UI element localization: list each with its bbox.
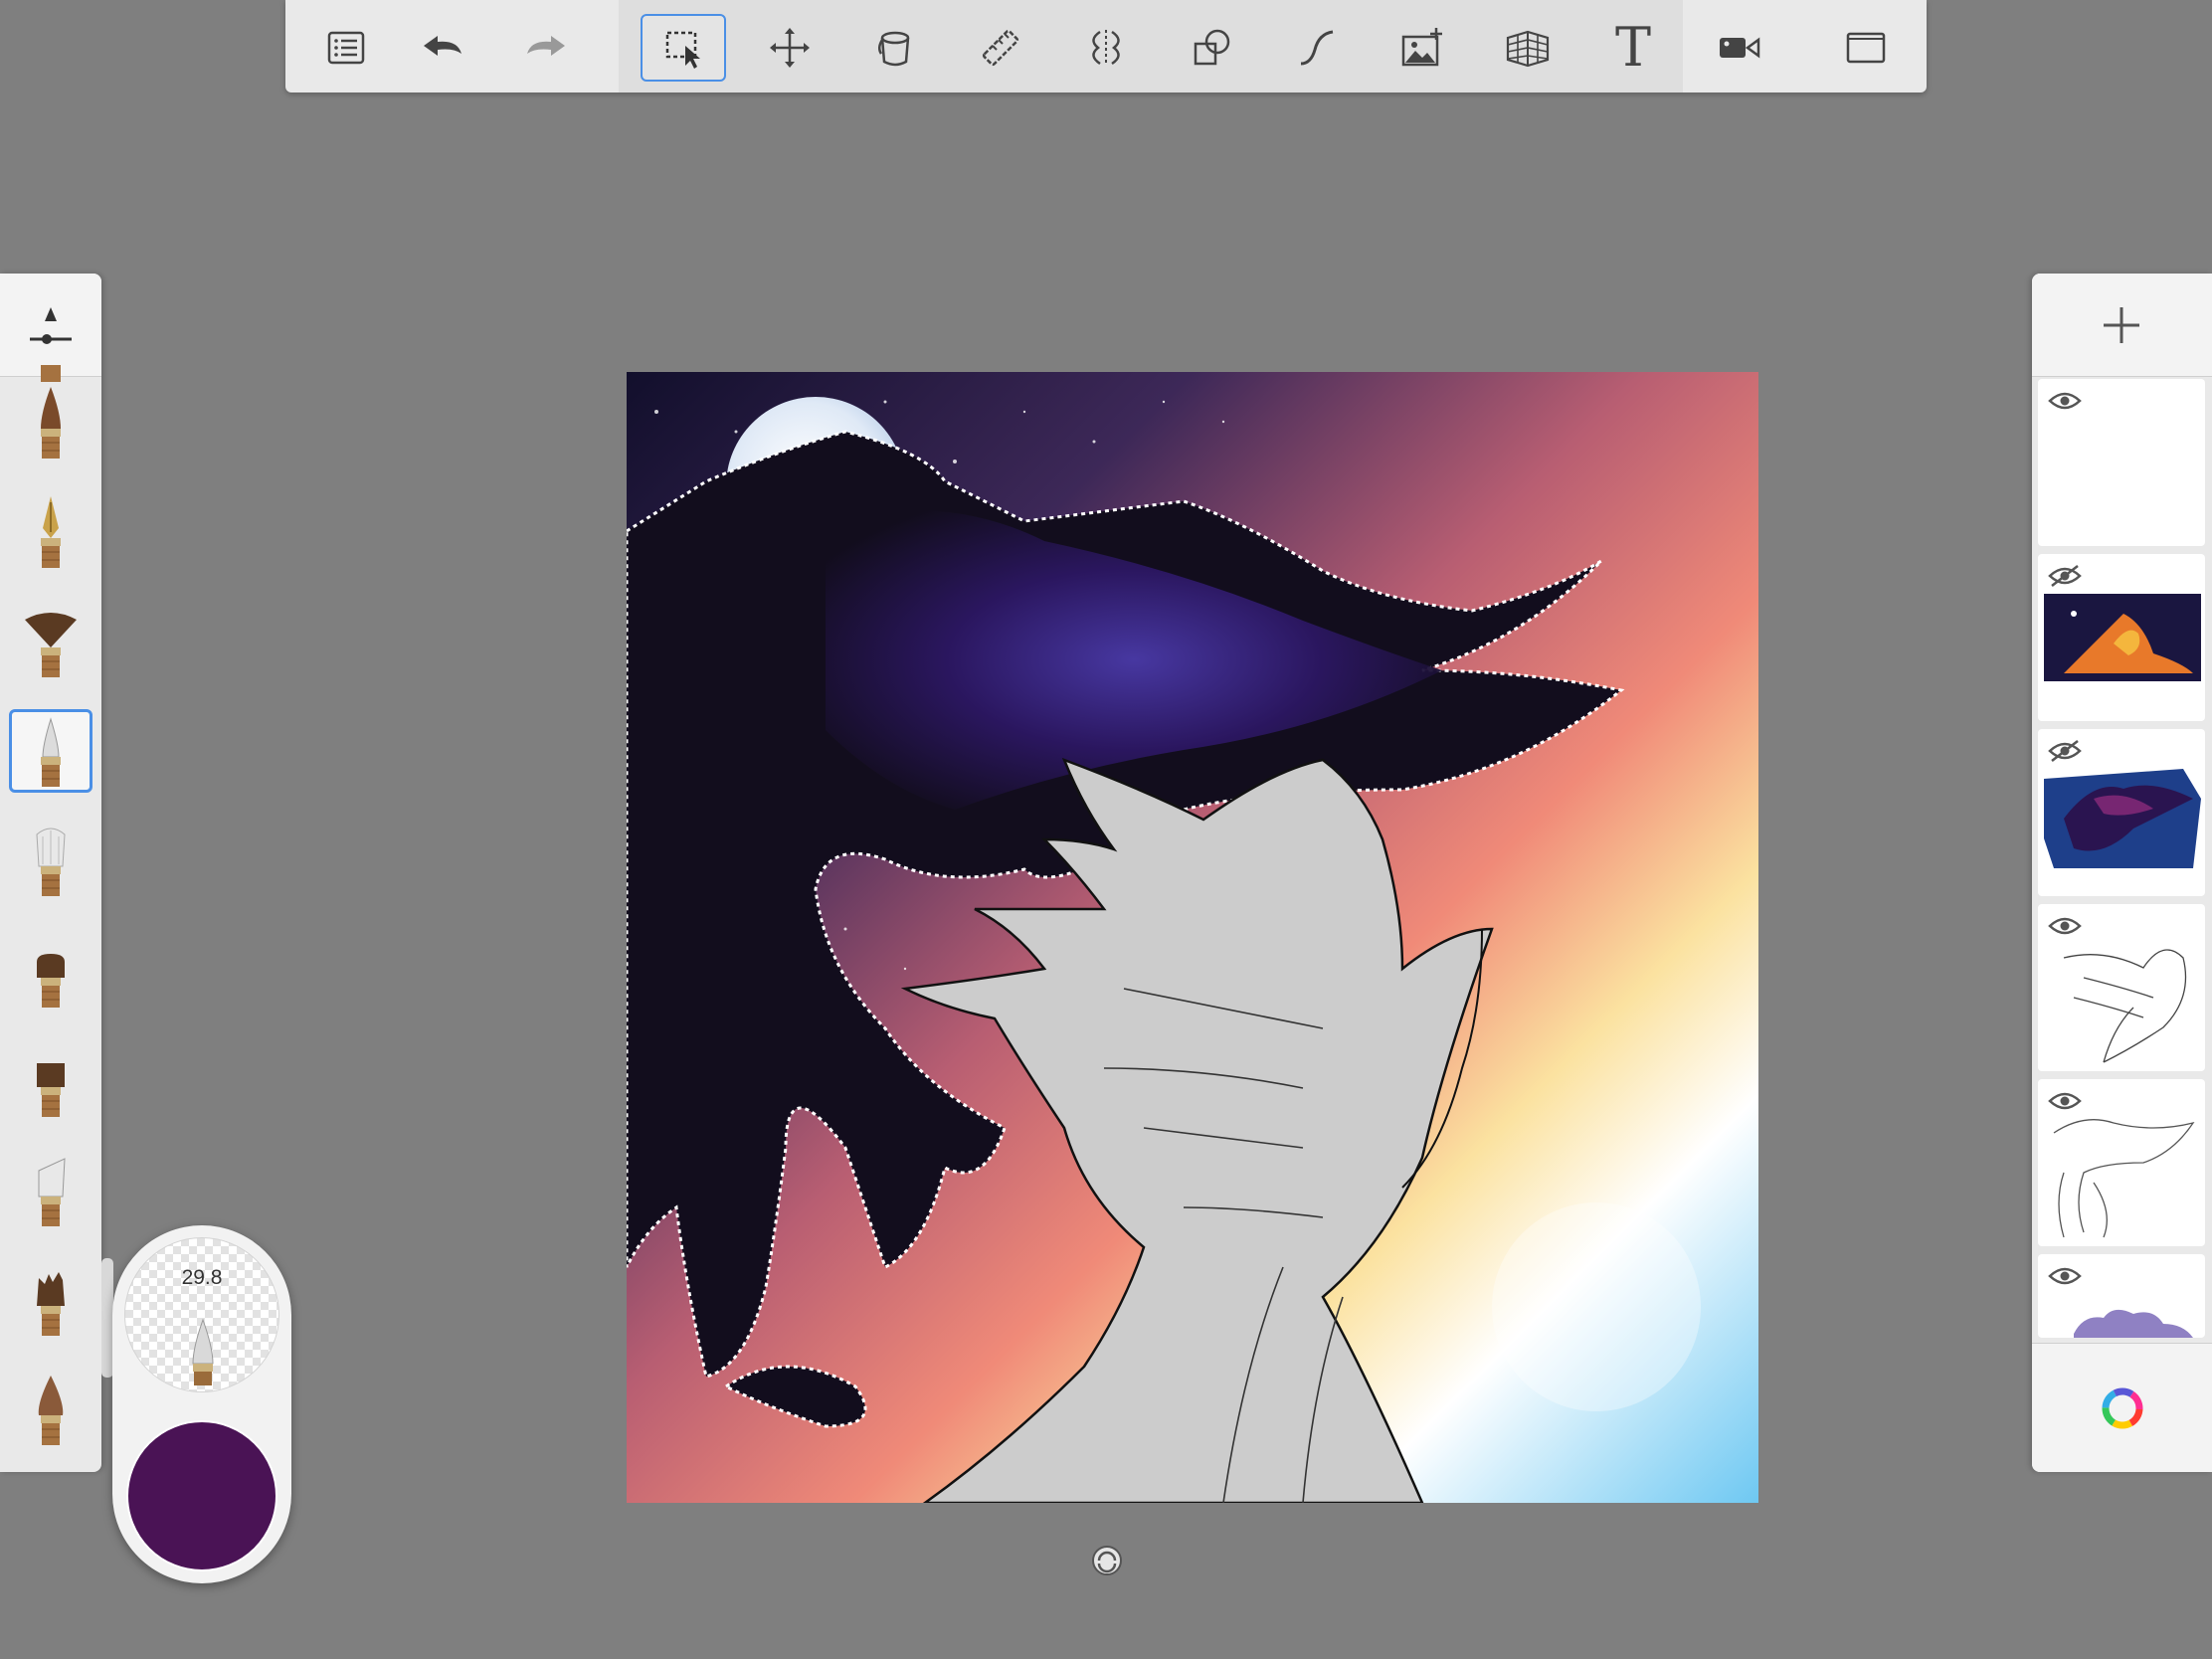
brush-settings-icon	[30, 307, 72, 344]
shapes-icon	[1194, 29, 1230, 66]
brush-rough-bristle[interactable]	[9, 1258, 92, 1342]
brush-ink-pen[interactable]	[9, 490, 92, 574]
layer-thumbnail	[2044, 594, 2201, 681]
brush-size-value: 29.8	[181, 1266, 223, 1289]
brush-round-tapered[interactable]	[9, 1368, 92, 1451]
stroke-tool-button[interactable]	[1274, 14, 1360, 82]
eye-icon[interactable]	[2048, 1264, 2082, 1288]
brush-soft-bristle[interactable]	[9, 819, 92, 902]
transform-tool-button[interactable]	[747, 14, 832, 82]
layer-thumbnail	[2074, 1309, 2193, 1338]
color-puck[interactable]	[126, 1420, 277, 1571]
paintbrush-pointed-icon	[41, 387, 61, 459]
add-layer-icon[interactable]	[2092, 295, 2151, 355]
brush-paintbrush-pointed[interactable]	[9, 381, 92, 464]
rough-bristle-icon	[37, 1272, 65, 1336]
layer-thumbnail	[2053, 1119, 2195, 1238]
fullscreen-icon	[1846, 32, 1886, 64]
layer-clouds[interactable]	[2038, 1254, 2205, 1338]
video-camera-icon	[1720, 37, 1760, 59]
layer-phoenix-color[interactable]	[2038, 554, 2205, 721]
layers-panel	[2032, 274, 2212, 1472]
top-toolbar: T	[285, 0, 1927, 92]
list-icon	[327, 31, 365, 65]
symmetry-icon	[1092, 30, 1120, 66]
move-arrows-icon	[770, 28, 810, 68]
ruler-tool-button[interactable]	[958, 14, 1043, 82]
airbrush-icon	[41, 717, 61, 787]
round-tapered-icon	[38, 1376, 64, 1445]
flat-round-icon	[37, 954, 65, 1008]
eye-icon[interactable]	[2048, 389, 2082, 413]
brush-angled-brush[interactable]	[9, 1149, 92, 1232]
selection-tool-button[interactable]	[641, 14, 726, 82]
layer-empty[interactable]	[2038, 379, 2205, 546]
drawing-canvas[interactable]	[627, 372, 1758, 1503]
color-wheel-icon[interactable]	[2100, 1385, 2145, 1431]
ink-pen-icon	[41, 496, 61, 568]
brush-fan-brush[interactable]	[9, 600, 92, 683]
symmetry-tool-button[interactable]	[1063, 14, 1149, 82]
time-lapse-button[interactable]	[1696, 14, 1781, 82]
brush-puck[interactable]: 29.8	[112, 1225, 291, 1583]
shapes-tool-button[interactable]	[1169, 14, 1254, 82]
perspective-grid-icon	[1506, 30, 1550, 68]
redo-arrow-icon	[527, 36, 565, 56]
fullscreen-button[interactable]	[1823, 14, 1909, 82]
fan-brush-icon	[25, 613, 77, 677]
layer-thumbnail	[2063, 949, 2187, 1063]
lagoon-menu-button[interactable]	[303, 14, 389, 82]
layer-raven-galaxy[interactable]	[2038, 729, 2205, 896]
layers-header	[2032, 274, 2212, 377]
text-icon: T	[1614, 16, 1652, 79]
soft-bristle-icon	[36, 828, 66, 896]
fill-tool-button[interactable]	[852, 14, 938, 82]
perspective-tool-button[interactable]	[1485, 14, 1570, 82]
layer-raven-lineart[interactable]	[2038, 1079, 2205, 1246]
current-brush-icon	[192, 1318, 214, 1385]
brush-flat-square[interactable]	[9, 1039, 92, 1123]
eye-hidden-icon[interactable]	[2048, 564, 2082, 588]
angled-brush-icon	[38, 1158, 66, 1226]
add-image-button[interactable]	[1380, 14, 1465, 82]
brush-airbrush[interactable]	[9, 709, 92, 793]
flat-square-icon	[37, 1063, 65, 1117]
brush-palette	[0, 274, 101, 1472]
paint-bucket-icon	[878, 31, 910, 67]
undo-arrow-icon	[424, 36, 461, 56]
curve-stroke-icon	[1300, 30, 1334, 66]
redo-button[interactable]	[504, 14, 590, 82]
selection-marquee-icon	[665, 31, 700, 69]
undo-button[interactable]	[399, 14, 484, 82]
artwork	[627, 372, 1758, 1503]
brush-properties-button[interactable]	[0, 274, 101, 377]
add-image-icon	[1401, 28, 1442, 67]
layer-phoenix-lineart[interactable]	[2038, 904, 2205, 1071]
text-tool-button[interactable]: T	[1590, 14, 1676, 82]
layers-footer	[2032, 1343, 2212, 1472]
brush-flat-round[interactable]	[9, 930, 92, 1014]
layer-thumbnail	[2044, 769, 2201, 868]
canvas-rotate-handle[interactable]	[1090, 1544, 1124, 1577]
brush-size-control[interactable]: 29.8	[124, 1237, 279, 1392]
ruler-icon	[982, 29, 1019, 67]
